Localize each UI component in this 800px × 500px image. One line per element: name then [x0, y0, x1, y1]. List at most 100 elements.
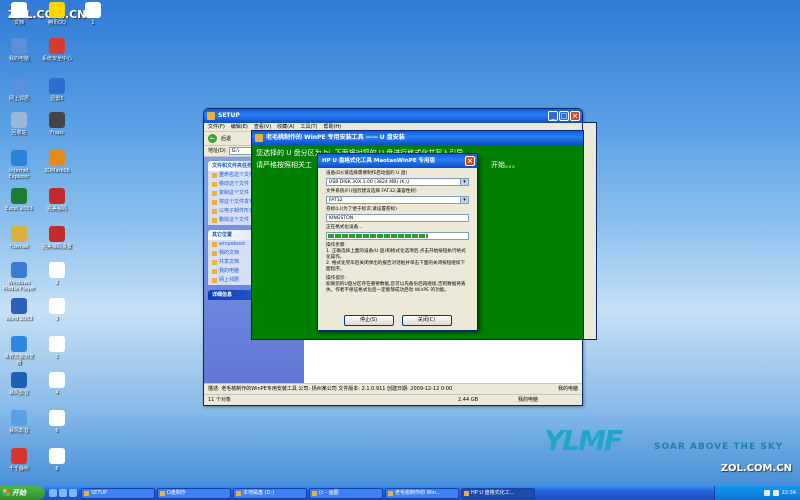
desktop-icon-item[interactable]: 腾讯QQ	[40, 2, 74, 26]
watermark-bottom: ZOL.COM.CN	[720, 463, 792, 474]
desktop-icon-item[interactable]: 8	[40, 448, 74, 472]
desktop-icon-item[interactable]: Word 2003	[2, 298, 36, 322]
explorer-statusbar-2: 11 个对象 2.44 GB 我的电脑	[204, 394, 582, 405]
media-icon[interactable]	[69, 489, 77, 497]
desktop-icon-item[interactable]: Internet Explorer	[2, 150, 36, 180]
status-description: 描述: 老毛桃制作的WinPE专用安装工具 公司: 扬州某公司 文件版本: 2.…	[208, 386, 453, 392]
desktop-icon-label: 回收站	[11, 130, 27, 136]
desktop-icon-label: 系统安全中心	[41, 56, 72, 62]
taskbar-task[interactable]: 本地磁盘 (D:)	[233, 487, 307, 499]
format-dialog[interactable]: HP U 盘格式化工具 MaotaoWinPE 专用版 × 设备(D)(请选择需…	[317, 153, 478, 331]
dialog-titlebar[interactable]: HP U 盘格式化工具 MaotaoWinPE 专用版 ×	[318, 154, 477, 168]
desktop-item-icon	[49, 372, 65, 388]
desktop-icon-item[interactable]: 6	[40, 410, 74, 434]
desktop-icon-item[interactable]: Fraps	[40, 112, 74, 136]
chevron-down-icon[interactable]: ▾	[460, 197, 468, 203]
volume-input[interactable]: KINGSTON	[326, 214, 469, 222]
desktop-icon-label: 暴风影音	[8, 428, 29, 434]
desktop-icon-label: 1	[91, 20, 95, 26]
volume-label: 卷标(L)(为了便于标识,请设置卷标)	[326, 207, 397, 212]
desktop-item-icon	[11, 38, 27, 54]
step-2: 2. 格式化完毕后关闭弹出的报告对话框并单击下面的关闭按钮继续下面程序。	[326, 261, 466, 272]
desktop-icon-item[interactable]: 1	[76, 2, 110, 26]
volume-icon[interactable]	[763, 490, 770, 496]
maximize-button[interactable]: □	[559, 111, 569, 121]
taskbar-task[interactable]: D盘制作	[157, 487, 231, 499]
desktop-icon-label: 4	[55, 390, 59, 396]
desktop-icon-label: 6	[55, 428, 59, 434]
desktop-icon-item[interactable]: 完美解码	[40, 188, 74, 212]
desktop-item-icon	[11, 262, 27, 278]
desktop-icon-label: 3DMark06	[44, 168, 70, 174]
desktop-icon-label: 迅雷5	[50, 96, 64, 102]
menu-edit[interactable]: 编辑(E)	[231, 123, 248, 131]
menu-file[interactable]: 文件(F)	[208, 123, 225, 131]
network-icon[interactable]	[772, 490, 779, 496]
taskbar-task[interactable]: (c - 画图	[309, 487, 383, 499]
desktop-icon-item[interactable]: Foxmail	[2, 226, 36, 250]
start-button[interactable]: 开始	[0, 486, 45, 500]
desktop-icon-item[interactable]: 千千静听	[2, 448, 36, 472]
status-size: 2.44 GB	[458, 397, 479, 403]
close-button[interactable]: ×	[570, 111, 580, 121]
logo-mark: YLMF	[544, 424, 623, 457]
desktop-icon-item[interactable]: 4	[40, 372, 74, 396]
desktop-icon-item[interactable]: 世界之窗浏览器	[2, 336, 36, 366]
step-1: 1. 正确选择上面的设备(U 盘)和格式化选项后,点击开始按钮执行格式化操作。	[326, 249, 466, 260]
desktop-icon-label: Internet Explorer	[8, 168, 30, 180]
network-icon	[212, 278, 217, 283]
desktop-item-icon	[11, 410, 27, 426]
desktop-icon-label: 8	[55, 466, 59, 472]
desktop-item-icon	[85, 2, 101, 18]
taskbar-task[interactable]: 老毛桃制作的 Win...	[385, 487, 459, 499]
chevron-down-icon[interactable]: ▾	[460, 179, 468, 185]
desktop-icon-label: Fraps	[50, 130, 64, 136]
dialog-close-text-button[interactable]: 关闭(C)	[401, 315, 452, 326]
desktop-icon-item[interactable]: 迅雷5	[40, 78, 74, 102]
back-arrow-icon[interactable]: ←	[208, 134, 217, 143]
status-object-count: 11 个对象	[208, 397, 231, 403]
desktop-item-icon	[49, 226, 65, 242]
device-select[interactable]: USB DISK 30X 1.00 (3824 MB) (K:\) ▾	[326, 178, 469, 186]
desktop-icon-item[interactable]: Windows Media Player	[2, 262, 36, 292]
ie-icon[interactable]	[49, 489, 57, 497]
dialog-close-button[interactable]: ×	[465, 156, 475, 166]
stop-button[interactable]: 停止(S)	[343, 315, 394, 326]
filesystem-label: 文件系统(F)(强烈建议选择 FAT32,兼容性好)	[326, 189, 417, 194]
desktop-icon-label: Word 2003	[5, 316, 33, 322]
taskbar-task[interactable]: HP U 盘格式化工...	[461, 487, 535, 499]
desktop-icon-item[interactable]: 完美解码设置	[40, 226, 74, 250]
desktop-item-icon	[11, 78, 27, 94]
quick-launch	[49, 489, 77, 497]
tips-text: 如果您的U盘分区存在重要数据,您可以先备份后再继续,否则数据将丢失。作者不保证格…	[326, 282, 466, 293]
desktop-icon-item[interactable]: 3	[40, 298, 74, 322]
status-computer: 我的电脑	[518, 397, 539, 403]
desktop-icon-item[interactable]: 5	[40, 336, 74, 360]
desktop-icon-label: 完美解码设置	[41, 244, 72, 250]
winpe-titlebar[interactable]: 老毛桃制作的 WinPE 专用安装工具 —— U 盘安装	[252, 131, 583, 145]
task-list: SETUP D盘制作 本地磁盘 (D:) (c - 画图 老毛桃制作的 Win... HP…	[81, 487, 714, 499]
desktop-icon-item[interactable]: 回收站	[2, 112, 36, 136]
desktop-icon-item[interactable]: Excel 2003	[2, 188, 36, 212]
winpe-line-2-left: 请严格按照相关工	[256, 161, 312, 169]
desktop-icon-item[interactable]: 2	[40, 262, 74, 286]
desktop-item-icon	[49, 78, 65, 94]
desktop-item-icon	[11, 150, 27, 166]
desktop-icon-item[interactable]: 系统安全中心	[40, 38, 74, 62]
minimize-button[interactable]: _	[548, 111, 558, 121]
format-progress-bar	[326, 232, 469, 240]
desktop-icon-item[interactable]: 我的电脑	[2, 38, 36, 62]
desktop-icon[interactable]	[59, 489, 67, 497]
desktop-item-icon	[49, 298, 65, 314]
desktop-icon-item[interactable]: 暴风影音	[2, 372, 36, 396]
taskbar-task[interactable]: SETUP	[81, 487, 155, 499]
filesystem-select[interactable]: FAT32 ▾	[326, 196, 469, 204]
desktop-icon-item[interactable]: 文档	[2, 2, 36, 26]
back-button[interactable]: 后退	[221, 132, 231, 146]
desktop-icon-item[interactable]: 网上邻居	[2, 78, 36, 102]
desktop-icon-item[interactable]: 暴风影音	[2, 410, 36, 434]
desktop-item-icon	[11, 336, 27, 352]
desktop-item-icon	[11, 372, 27, 388]
explorer-titlebar[interactable]: SETUP _ □ ×	[204, 109, 582, 123]
desktop-icon-item[interactable]: 3DMark06	[40, 150, 74, 174]
